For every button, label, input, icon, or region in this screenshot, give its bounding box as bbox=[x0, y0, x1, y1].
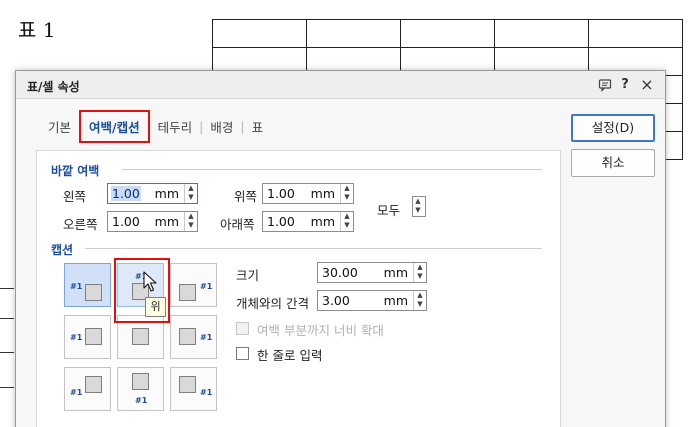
screen: 표 1 표/셀 속성 ? × 기본 여백/캡션 테두리 | 배경 | 표 설정(… bbox=[0, 0, 699, 427]
document-line-mark bbox=[0, 387, 14, 388]
caption-position-right-bottom[interactable]: #1 bbox=[170, 367, 217, 411]
margin-all-spinner[interactable]: ▲ ▼ bbox=[412, 196, 426, 217]
margin-top-input[interactable]: 1.00 mm ▲ ▼ bbox=[262, 183, 354, 204]
comment-icon[interactable] bbox=[596, 76, 614, 94]
caption-gap-label: 개체와의 간격 bbox=[236, 296, 309, 311]
ok-button[interactable]: 설정(D) bbox=[571, 114, 655, 142]
margin-bottom-label: 아래쪽 bbox=[220, 217, 255, 232]
margin-right-label: 오른쪽 bbox=[63, 217, 98, 232]
single-line-checkbox[interactable] bbox=[236, 347, 249, 360]
position-tooltip: 위 bbox=[145, 297, 166, 317]
caption-position-left[interactable]: #1 bbox=[64, 315, 111, 359]
caption-size-input[interactable]: 30.00 mm ▲ ▼ bbox=[317, 262, 427, 283]
dialog-titlebar[interactable]: 표/셀 속성 ? × bbox=[16, 71, 665, 99]
table-cell-properties-dialog: 표/셀 속성 ? × 기본 여백/캡션 테두리 | 배경 | 표 설정(D) 취… bbox=[15, 70, 666, 427]
margin-top-spinner[interactable]: ▲ ▼ bbox=[340, 184, 353, 203]
help-icon[interactable]: ? bbox=[616, 76, 634, 94]
caption-position-right-top[interactable]: #1 bbox=[170, 263, 217, 307]
tab-separator: | bbox=[199, 118, 204, 134]
tab-basic[interactable]: 기본 bbox=[44, 117, 75, 136]
caption-position-left-top[interactable]: #1 bbox=[64, 263, 111, 307]
mouse-cursor-icon bbox=[143, 271, 157, 292]
document-line-mark bbox=[0, 318, 14, 319]
section-divider bbox=[85, 248, 542, 249]
margin-left-spinner[interactable]: ▲ ▼ bbox=[184, 184, 197, 203]
tab-panel: 바깥 여백 왼쪽 1.00 mm ▲ ▼ 위쪽 1.00 mm ▲ ▼ 오른쪽 1.… bbox=[36, 150, 561, 427]
single-line-label: 한 줄로 입력 bbox=[257, 348, 323, 363]
margin-bottom-input[interactable]: 1.00 mm ▲ ▼ bbox=[262, 211, 354, 232]
caption-gap-spinner[interactable]: ▲ ▼ bbox=[413, 291, 426, 310]
document-caption: 표 1 bbox=[18, 18, 56, 42]
tab-bar: 기본 여백/캡션 테두리 | 배경 | 표 bbox=[44, 109, 268, 143]
caption-heading: 캡션 bbox=[51, 243, 74, 257]
margin-left-input[interactable]: 1.00 mm ▲ ▼ bbox=[107, 183, 198, 204]
margin-top-label: 위쪽 bbox=[234, 189, 258, 204]
caption-position-right[interactable]: #1 bbox=[170, 315, 217, 359]
section-divider bbox=[122, 169, 542, 170]
margin-bottom-spinner[interactable]: ▲ ▼ bbox=[340, 212, 353, 231]
margin-all-label: 모두 bbox=[377, 203, 401, 218]
margin-right-spinner[interactable]: ▲ ▼ bbox=[184, 212, 197, 231]
extend-width-label: 여백 부분까지 너비 확대 bbox=[257, 323, 384, 338]
caption-position-bottom[interactable]: #1 bbox=[117, 367, 164, 411]
tab-highlight-box: 여백/캡션 bbox=[79, 109, 150, 143]
outer-margin-heading: 바깥 여백 bbox=[51, 164, 100, 178]
dialog-title: 표/셀 속성 bbox=[27, 80, 80, 94]
caption-size-label: 크기 bbox=[236, 268, 260, 283]
caption-position-left-bottom[interactable]: #1 bbox=[64, 367, 111, 411]
tab-border[interactable]: 테두리 bbox=[154, 117, 197, 136]
margin-right-input[interactable]: 1.00 mm ▲ ▼ bbox=[107, 211, 198, 232]
caption-gap-input[interactable]: 3.00 mm ▲ ▼ bbox=[317, 290, 427, 311]
document-line-mark bbox=[0, 288, 14, 289]
extend-width-checkbox[interactable] bbox=[236, 322, 249, 335]
document-line-mark bbox=[0, 352, 14, 353]
close-icon[interactable]: × bbox=[638, 76, 656, 94]
margin-left-label: 왼쪽 bbox=[63, 189, 87, 204]
tab-table[interactable]: 표 bbox=[248, 117, 268, 136]
tab-margin-caption[interactable]: 여백/캡션 bbox=[89, 120, 140, 135]
tab-separator: | bbox=[240, 118, 245, 134]
tab-background[interactable]: 배경 bbox=[206, 117, 237, 136]
caption-size-spinner[interactable]: ▲ ▼ bbox=[413, 263, 426, 282]
cancel-button[interactable]: 취소 bbox=[571, 149, 655, 177]
